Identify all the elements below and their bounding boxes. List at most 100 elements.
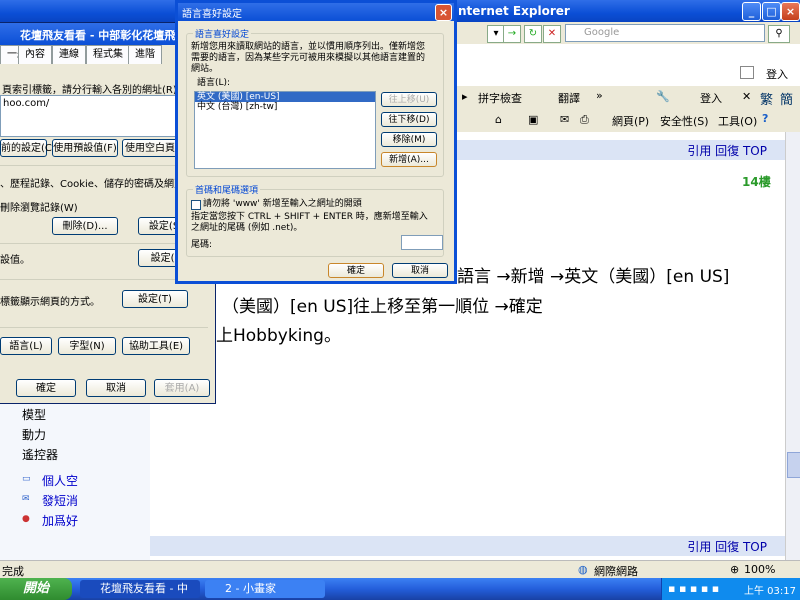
tab-programs[interactable]: 程式集 xyxy=(86,45,130,64)
user-sidebar: 模型 動力 遙控器 ▭ 個人空 ✉ 發短消 ● 加爲好 xyxy=(0,400,150,560)
zone-text: 網際網路 xyxy=(594,565,638,578)
lang-ok-button[interactable]: 確定 xyxy=(328,263,384,278)
user-group-link[interactable]: 動力 xyxy=(22,426,46,443)
languages-button[interactable]: 語言(L) xyxy=(0,337,52,355)
start-button[interactable]: 開始 xyxy=(0,578,72,600)
post-line-1: 語言 →新增 →英文（美國）[en US] xyxy=(457,267,730,287)
ie-window-title: nternet Explorer xyxy=(458,4,570,18)
search-placeholder: Google xyxy=(584,27,620,38)
friend-icon: ● xyxy=(22,514,30,524)
tab-advanced[interactable]: 進階 xyxy=(128,45,162,64)
more-icon[interactable]: » xyxy=(596,89,603,102)
page-menu[interactable]: 網頁(P) xyxy=(612,113,649,129)
simplified-button[interactable]: 簡 xyxy=(780,89,793,108)
tray-icons[interactable]: ▪ ▪ ▪ ▪ ▪ xyxy=(668,582,719,595)
language-item-zh-tw[interactable]: 中文 (台灣) [zh-tw] xyxy=(195,102,375,112)
help-icon[interactable]: ? xyxy=(762,112,768,125)
status-text: 完成 xyxy=(2,565,24,578)
tools-menu[interactable]: 工具(O) xyxy=(718,113,757,129)
tab-content[interactable]: 內容 xyxy=(18,45,52,64)
message-icon: ✉ xyxy=(22,494,30,504)
print-icon[interactable]: ⎙ xyxy=(580,113,589,127)
language-preference-dialog: 語言喜好設定 × 語言喜好設定 新增您用來讀取網站的語言，並以慣用順序列出。僅新… xyxy=(175,0,457,284)
prefix-suffix-group: 首碼和尾碼選項 請勿將 'www' 新增至輸入之網址的開頭 指定當您按下 CTR… xyxy=(186,183,444,257)
minimize-button[interactable]: _ xyxy=(742,2,761,21)
vertical-scrollbar[interactable] xyxy=(785,132,800,562)
maximize-button[interactable]: □ xyxy=(762,2,781,21)
traditional-button[interactable]: 繁 xyxy=(760,89,773,108)
scrollbar-thumb[interactable] xyxy=(787,452,800,478)
accessibility-button[interactable]: 協助工具(E) xyxy=(122,337,190,355)
language-list-label: 語言(L): xyxy=(197,78,231,88)
search-description: 設值。 xyxy=(0,255,30,266)
tabs-settings-button[interactable]: 設定(T) xyxy=(122,290,188,308)
options-apply-button[interactable]: 套用(A) xyxy=(154,379,210,397)
translate-button[interactable]: 翻譯 xyxy=(558,90,580,106)
lang-dialog-title: 語言喜好設定 xyxy=(182,9,242,20)
wrench-icon[interactable]: 🔧 xyxy=(656,90,670,103)
close-icon[interactable]: × xyxy=(435,4,452,21)
delete-on-exit-checkbox[interactable]: 刪除瀏覽記錄(W) xyxy=(0,199,78,214)
use-default-button[interactable]: 使用預設值(F) xyxy=(52,139,118,157)
language-description: 新增您用來讀取網站的語言，並以慣用順序列出。僅新增您需要的語言，因為某些字元可被… xyxy=(191,42,426,74)
homepage-instructions: 頁索引標籤，請分行輸入各別的網址(R) xyxy=(2,85,177,96)
feeds-icon[interactable]: ▣ xyxy=(528,113,538,126)
taskbar: 開始 花壇飛友看看 - 中部... 2 - 小畫家 ▪ ▪ ▪ ▪ ▪ 上午 0… xyxy=(0,578,800,613)
fonts-button[interactable]: 字型(N) xyxy=(58,337,116,355)
go-icon[interactable]: → xyxy=(503,25,521,43)
google-login-button[interactable]: 登入 xyxy=(700,90,722,106)
message-link[interactable]: 發短消 xyxy=(42,492,78,509)
floor-number: 14樓 xyxy=(742,175,771,189)
language-group-title: 語言喜好設定 xyxy=(193,27,252,40)
close-toolbar-icon[interactable]: ✕ xyxy=(742,90,751,103)
delete-history-button[interactable]: 刪除(D)... xyxy=(52,217,118,235)
close-button[interactable]: × xyxy=(781,2,800,21)
checkbox-icon[interactable] xyxy=(740,66,754,79)
dialog-title: 花壇飛友看看 - 中部彰化花壇飛場 xyxy=(20,29,187,42)
suffix-input[interactable] xyxy=(401,235,443,250)
mail-icon[interactable]: ✉ xyxy=(560,113,569,126)
language-item-en-us[interactable]: 英文 (美國) [en-US] xyxy=(195,92,375,102)
suffix-label: 尾碼: xyxy=(191,240,213,250)
search-icon[interactable]: ⚲ xyxy=(768,25,790,43)
safety-menu[interactable]: 安全性(S) xyxy=(660,113,709,129)
zoom-icon: ⊕ xyxy=(730,563,740,576)
language-listbox[interactable]: 英文 (美國) [en-US] 中文 (台灣) [zh-tw] xyxy=(194,91,376,169)
tab-connections[interactable]: 連線 xyxy=(52,45,86,64)
zoom-level[interactable]: 100% xyxy=(744,563,775,576)
taskbar-item-ie[interactable]: 花壇飛友看看 - 中部... xyxy=(80,580,200,613)
use-current-button[interactable]: 前的設定(C) xyxy=(0,139,56,157)
www-checkbox-label: 請勿將 'www' 新增至輸入之網址的開頭 xyxy=(203,199,362,209)
taskbar-item-paint[interactable]: 2 - 小畫家 xyxy=(205,580,325,598)
add-button[interactable]: 新增(A)... xyxy=(381,152,437,167)
spellcheck-button[interactable]: 拼字檢查 xyxy=(478,90,522,106)
move-up-button[interactable]: 往上移(U) xyxy=(381,92,437,107)
system-tray: ▪ ▪ ▪ ▪ ▪ 上午 03:17 xyxy=(661,578,800,600)
stop-icon[interactable]: ✕ xyxy=(543,25,561,43)
add-friend-link[interactable]: 加爲好 xyxy=(42,512,78,529)
profile-icon: ▭ xyxy=(22,474,31,484)
options-cancel-button[interactable]: 取消 xyxy=(86,379,146,397)
use-blank-button[interactable]: 使用空白頁 xyxy=(122,139,178,157)
toolbar-arrow-icon: ▸ xyxy=(462,90,468,103)
post-line-2: （美國）[en US]往上移至第一順位 →確定 xyxy=(222,297,543,317)
reply-links-bottom[interactable]: 引用 回復 TOP xyxy=(687,538,767,555)
remove-button[interactable]: 移除(M) xyxy=(381,132,437,147)
reply-links-top[interactable]: 引用 回復 TOP xyxy=(687,142,767,159)
tabs-description: 標籤顯示網頁的方式。 xyxy=(0,297,100,308)
www-checkbox[interactable] xyxy=(191,200,201,210)
history-description: 、歷程記錄、Cookie、儲存的密碼及網頁表 xyxy=(0,179,194,190)
lang-cancel-button[interactable]: 取消 xyxy=(392,263,448,278)
home-icon[interactable]: ⌂ xyxy=(495,113,502,126)
prefix-suffix-group-title: 首碼和尾碼選項 xyxy=(193,183,261,196)
login-link[interactable]: 登入 xyxy=(766,66,788,82)
user-group-link[interactable]: 遙控器 xyxy=(22,446,58,463)
move-down-button[interactable]: 往下移(D) xyxy=(381,112,437,127)
user-group-link[interactable]: 模型 xyxy=(22,406,46,423)
refresh-icon[interactable]: ↻ xyxy=(524,25,542,43)
globe-icon: ◍ xyxy=(578,563,588,576)
search-input[interactable]: Google xyxy=(565,24,765,42)
suffix-description: 指定當您按下 CTRL + SHIFT + ENTER 時，應新增至輸入之網址的… xyxy=(191,212,428,233)
profile-link[interactable]: 個人空 xyxy=(42,472,78,489)
options-ok-button[interactable]: 確定 xyxy=(16,379,76,397)
